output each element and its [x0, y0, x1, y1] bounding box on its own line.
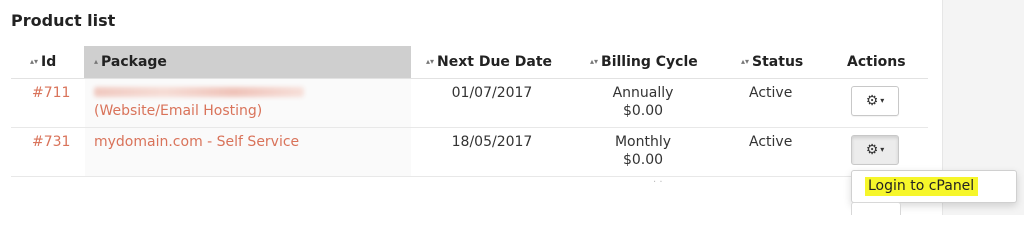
page-title: Product list [11, 11, 116, 30]
sort-icon: ▴▾ [590, 57, 599, 66]
status-text: Active [749, 85, 793, 101]
billing-price: $0.00 [622, 103, 664, 119]
table-header: ▴▾ Id ▴ Package ▴▾ Next Due Date ▴▾ Billing … [11, 46, 928, 79]
column-header-actions: Actions [847, 54, 906, 70]
actions-dropdown-menu: Login to cPanel [851, 170, 1017, 203]
column-header-next-due-date[interactable]: ▴▾ Next Due Date [426, 46, 552, 78]
status-text: Active [749, 134, 793, 150]
billing-cycle: Annually [612, 85, 674, 101]
package-link[interactable]: mydomain.com - Self Service [94, 134, 299, 150]
redacted-package-name [94, 87, 304, 97]
sort-icon: ▴▾ [741, 57, 750, 66]
gear-icon: ⚙ [865, 142, 879, 158]
table-row: #731 mydomain.com - Self Service 18/05/2… [11, 128, 928, 177]
sort-icon: ▴▾ [30, 57, 39, 66]
actions-button[interactable]: ⚙ ▾ [851, 86, 899, 116]
package-link[interactable]: (Website/Email Hosting) [94, 103, 262, 119]
sort-icon: ▴▾ [426, 57, 435, 66]
gear-icon: ⚙ [865, 93, 879, 109]
caret-down-icon: ▾ [880, 145, 885, 154]
actions-button[interactable]: ⚙ ▾ [851, 135, 899, 165]
column-header-billing-cycle[interactable]: ▴▾ Billing Cycle [590, 46, 698, 78]
product-id-link[interactable]: #711 [32, 85, 70, 101]
billing-price: $0.00 [622, 152, 664, 168]
actions-button-partial[interactable] [851, 202, 901, 215]
column-header-status[interactable]: ▴▾ Status [741, 46, 803, 78]
next-due-date: 18/05/2017 [451, 134, 533, 150]
billing-cycle: Monthly [614, 134, 672, 150]
caret-down-icon: ▾ [880, 96, 885, 105]
column-header-id[interactable]: ▴▾ Id [30, 46, 56, 78]
product-id-link[interactable]: #731 [32, 134, 70, 150]
divider-dots: · · [653, 177, 663, 188]
table-row: #711 (Website/Email Hosting) 01/07/2017 … [11, 79, 928, 128]
product-table: ▴▾ Id ▴ Package ▴▾ Next Due Date ▴▾ Billing … [11, 46, 928, 177]
sort-asc-icon: ▴ [94, 57, 99, 66]
login-to-cpanel-menu-item[interactable]: Login to cPanel [865, 177, 979, 196]
column-header-package[interactable]: ▴ Package [84, 46, 411, 78]
next-due-date: 01/07/2017 [451, 85, 533, 101]
